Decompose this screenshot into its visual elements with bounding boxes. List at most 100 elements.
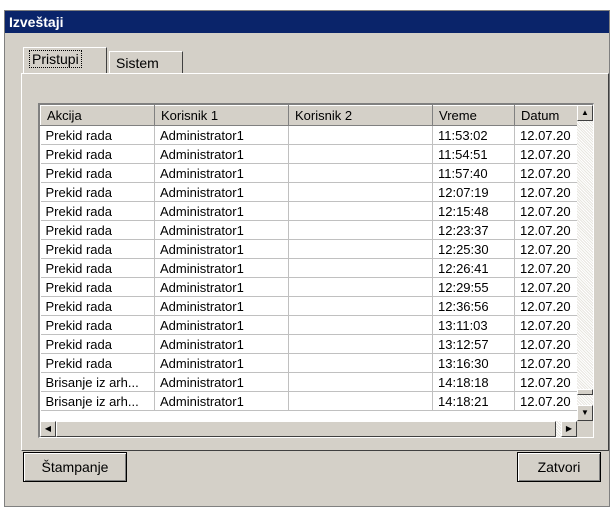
table-cell: Prekid rada [40,277,155,297]
table-cell: 11:53:02 [432,125,515,145]
table-row[interactable]: Prekid rada Administrator1 11:53:02 12.07.2… [40,125,579,145]
table-row[interactable]: Prekid rada Administrator1 12:29:55 12.07.2… [40,277,579,297]
table-cell [288,144,433,164]
header-row: Akcija Korisnik 1 Korisnik 2 Vreme Datum [40,105,579,126]
table-cell: Brisanje iz arh... [40,372,155,392]
table-row[interactable]: Prekid rada Administrator1 12:15:48 12.07.2… [40,201,579,221]
table-cell: 12.07.20 [514,258,579,278]
column-header[interactable]: Vreme [432,105,515,126]
tab-sistem[interactable]: Sistem [109,51,183,73]
table-cell: Administrator1 [154,258,289,278]
table-cell: Prekid rada [40,258,155,278]
tab-pristupi[interactable]: Pristupi [23,47,107,73]
table-cell: 11:57:40 [432,163,515,183]
table-cell: 13:12:57 [432,334,515,354]
table-cell: Administrator1 [154,182,289,202]
table-row[interactable]: Prekid rada Administrator1 13:12:57 12.07.2… [40,334,579,354]
table-row[interactable]: Prekid rada Administrator1 11:54:51 12.07.2… [40,144,579,164]
table-cell [288,353,433,373]
table-cell: Prekid rada [40,334,155,354]
table-cell: 12.07.20 [514,296,579,316]
table-cell: 12.07.20 [514,315,579,335]
table-cell: Administrator1 [154,125,289,145]
table-cell: Prekid rada [40,239,155,259]
vertical-scrollbar[interactable]: ▲ ▼ [577,105,593,421]
table-cell: 12:26:41 [432,258,515,278]
table-cell: 12.07.20 [514,201,579,221]
table-cell: Prekid rada [40,163,155,183]
arrow-up-icon[interactable]: ▲ [577,105,593,121]
table-cell [288,125,433,145]
table-cell: Administrator1 [154,353,289,373]
table-row[interactable]: Prekid rada Administrator1 12:26:41 12.07.2… [40,258,579,278]
table-cell: Administrator1 [154,220,289,240]
vertical-scroll-thumb[interactable] [577,389,593,395]
table-cell: Brisanje iz arh... [40,391,155,411]
column-header[interactable]: Akcija [40,105,155,126]
table-cell [288,220,433,240]
table-row[interactable]: Prekid rada Administrator1 11:57:40 12.07.2… [40,163,579,183]
reports-window: Izveštaji Pristupi Sistem Akcija Korisnik… [4,10,610,507]
table-row[interactable]: Prekid rada Administrator1 13:16:30 12.07.2… [40,353,579,373]
table-cell: 12.07.20 [514,163,579,183]
tab-label: Sistem [116,55,159,71]
table-cell: 12:29:55 [432,277,515,297]
table-row[interactable]: Prekid rada Administrator1 12:25:30 12.07.2… [40,239,579,259]
arrow-down-icon[interactable]: ▼ [577,405,593,421]
table-row[interactable]: Brisanje iz arh... Administrator1 14:18:18… [40,372,579,392]
table-cell: 12.07.20 [514,391,579,411]
table-cell: Administrator1 [154,163,289,183]
tab-label: Pristupi [29,50,82,68]
close-button[interactable]: Zatvori [517,452,601,482]
table-cell: 12.07.20 [514,144,579,164]
table-cell [288,391,433,411]
table-cell: Prekid rada [40,182,155,202]
table-cell: 14:18:18 [432,372,515,392]
access-log-table: Akcija Korisnik 1 Korisnik 2 Vreme Datum Pre… [40,105,579,411]
table-cell: Administrator1 [154,239,289,259]
table-cell: 12:25:30 [432,239,515,259]
table-cell: 12:15:48 [432,201,515,221]
table-cell: Prekid rada [40,201,155,221]
table-cell: Administrator1 [154,334,289,354]
table-cell: 13:11:03 [432,315,515,335]
access-log-list[interactable]: Akcija Korisnik 1 Korisnik 2 Vreme Datum Pre… [38,103,594,438]
table-cell: 14:18:21 [432,391,515,411]
table-cell: Administrator1 [154,201,289,221]
table-cell: 12.07.20 [514,353,579,373]
table-row[interactable]: Prekid rada Administrator1 12:23:37 12.07.2… [40,220,579,240]
table-cell: 13:16:30 [432,353,515,373]
table-cell: Administrator1 [154,391,289,411]
table-cell: Administrator1 [154,372,289,392]
table-cell [288,372,433,392]
arrow-left-icon[interactable]: ◀ [40,421,56,437]
table-cell: Prekid rada [40,144,155,164]
table-cell [288,201,433,221]
arrow-right-icon[interactable]: ▶ [561,421,577,437]
table-cell: 12.07.20 [514,372,579,392]
table-cell: 11:54:51 [432,144,515,164]
scroll-corner [577,421,593,437]
horizontal-scrollbar[interactable]: ◀ ▶ [40,421,577,437]
table-cell [288,258,433,278]
table-cell [288,163,433,183]
table-cell [288,277,433,297]
print-button[interactable]: Štampanje [23,452,127,482]
column-header[interactable]: Datum [514,105,579,126]
table-row[interactable]: Prekid rada Administrator1 13:11:03 12.07.2… [40,315,579,335]
table-cell: 12.07.20 [514,125,579,145]
column-header[interactable]: Korisnik 1 [154,105,289,126]
table-cell [288,296,433,316]
table-cell: 12.07.20 [514,334,579,354]
table-cell [288,239,433,259]
table-row[interactable]: Prekid rada Administrator1 12:36:56 12.07.2… [40,296,579,316]
table-cell: Administrator1 [154,277,289,297]
horizontal-scroll-thumb[interactable] [56,421,556,437]
table-cell [288,334,433,354]
column-header[interactable]: Korisnik 2 [288,105,433,126]
table-row[interactable]: Brisanje iz arh... Administrator1 14:18:21… [40,391,579,411]
table-cell: 12:36:56 [432,296,515,316]
table-row[interactable]: Prekid rada Administrator1 12:07:19 12.07.2… [40,182,579,202]
table-cell [288,182,433,202]
table-cell: Administrator1 [154,296,289,316]
